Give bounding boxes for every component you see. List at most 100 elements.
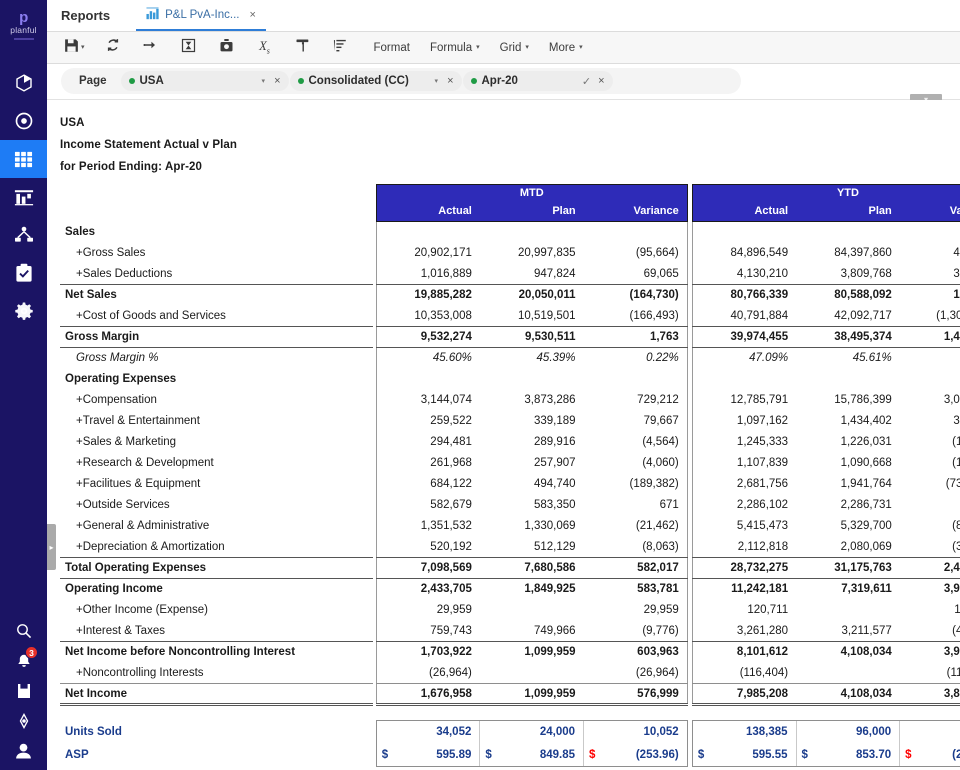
scenario-filter[interactable]: Consolidated (CC) ▾ × — [290, 71, 462, 91]
snapshot-button[interactable] — [212, 35, 242, 61]
cell-mtd-variance[interactable] — [584, 369, 688, 390]
cell-ytd-plan[interactable]: 1,226,031 — [796, 432, 900, 453]
cell-ytd-variance[interactable]: 337,240 — [900, 411, 960, 432]
cell-mtd-variance[interactable]: (164,730) — [584, 285, 688, 306]
cell-mtd-variance[interactable]: 576,999 — [584, 684, 688, 705]
cell-ytd-actual[interactable]: 1,097,162 — [692, 411, 796, 432]
row-label[interactable]: Gross Margin % — [60, 348, 373, 369]
cell-mtd-variance[interactable]: (95,664) — [584, 243, 688, 264]
stats-cell-mtd-actual[interactable]: 34,052 — [391, 721, 480, 744]
cell-mtd-plan[interactable]: 1,099,959 — [480, 642, 584, 663]
locate-button[interactable] — [0, 706, 47, 736]
row-label[interactable]: +Other Income (Expense) — [60, 600, 373, 621]
cell-ytd-variance[interactable]: 1,479,081 — [900, 327, 960, 348]
cell-mtd-plan[interactable]: 9,530,511 — [480, 327, 584, 348]
row-label[interactable]: +Compensation — [60, 390, 373, 411]
cell-ytd-plan[interactable]: 3,211,577 — [796, 621, 900, 642]
cell-mtd-plan[interactable]: 947,824 — [480, 264, 584, 285]
cell-ytd-variance[interactable]: 320,442 — [900, 264, 960, 285]
table-row[interactable]: +Noncontrolling Interests(26,964)(26,964… — [60, 663, 960, 684]
cell-ytd-plan[interactable]: 15,786,399 — [796, 390, 900, 411]
cell-ytd-plan[interactable] — [796, 369, 900, 390]
cell-mtd-actual[interactable]: 20,902,171 — [376, 243, 480, 264]
cell-ytd-variance[interactable] — [900, 369, 960, 390]
cell-mtd-plan[interactable]: 1,849,925 — [480, 579, 584, 600]
cell-mtd-variance[interactable]: 69,065 — [584, 264, 688, 285]
format-paint-button[interactable] — [288, 35, 318, 61]
row-label[interactable]: Gross Margin — [60, 327, 373, 348]
cell-mtd-variance[interactable]: 1,763 — [584, 327, 688, 348]
cell-ytd-plan[interactable]: 2,080,069 — [796, 537, 900, 558]
sidebar-item-dashboards[interactable] — [0, 178, 47, 216]
cell-mtd-actual[interactable]: 684,122 — [376, 474, 480, 495]
cell-ytd-variance[interactable]: (19,303) — [900, 432, 960, 453]
cell-ytd-plan[interactable]: 84,397,860 — [796, 243, 900, 264]
cell-ytd-actual[interactable]: 2,112,818 — [692, 537, 796, 558]
menu-more[interactable]: More ▾ — [539, 35, 593, 61]
cell-ytd-variance[interactable]: (85,773) — [900, 516, 960, 537]
cell-mtd-plan[interactable] — [480, 663, 584, 684]
cell-ytd-variance[interactable]: 629 — [900, 495, 960, 516]
table-row[interactable]: +Facilitues & Equipment684,122494,740(18… — [60, 474, 960, 495]
cell-ytd-variance[interactable]: 3,000,608 — [900, 390, 960, 411]
cell-ytd-plan[interactable]: 3,809,768 — [796, 264, 900, 285]
cell-mtd-variance[interactable]: 583,781 — [584, 579, 688, 600]
cell-ytd-actual[interactable]: 84,896,549 — [692, 243, 796, 264]
cell-mtd-actual[interactable]: 19,885,282 — [376, 285, 480, 306]
cell-ytd-variance[interactable]: 1.47% — [900, 348, 960, 369]
cell-mtd-plan[interactable] — [480, 369, 584, 390]
save-button[interactable]: ▾ — [59, 35, 90, 61]
cell-ytd-plan[interactable]: 2,286,731 — [796, 495, 900, 516]
close-icon[interactable]: × — [594, 75, 608, 87]
cell-mtd-actual[interactable] — [376, 222, 480, 243]
cell-mtd-variance[interactable]: 29,959 — [584, 600, 688, 621]
cell-mtd-actual[interactable]: 259,522 — [376, 411, 480, 432]
stats-cell-mtd-variance[interactable]: 10,052 — [598, 721, 687, 744]
notifications-button[interactable]: 3 — [0, 646, 47, 676]
row-label[interactable]: Net Income — [60, 684, 373, 705]
row-label[interactable]: +Sales & Marketing — [60, 432, 373, 453]
col-mtd-actual[interactable]: Actual — [376, 201, 480, 222]
cell-mtd-variance[interactable]: (9,776) — [584, 621, 688, 642]
cell-mtd-plan[interactable]: 583,350 — [480, 495, 584, 516]
table-row[interactable]: +Compensation3,144,0743,873,286729,21212… — [60, 390, 960, 411]
row-label[interactable]: +Noncontrolling Interests — [60, 663, 373, 684]
row-label[interactable]: Net Income before Noncontrolling Interes… — [60, 642, 373, 663]
row-label[interactable]: Net Sales — [60, 285, 373, 306]
cell-mtd-plan[interactable]: 289,916 — [480, 432, 584, 453]
cell-mtd-plan[interactable]: 7,680,586 — [480, 558, 584, 579]
row-label[interactable]: +Research & Development — [60, 453, 373, 474]
row-label[interactable]: Sales — [60, 222, 373, 243]
cell-mtd-actual[interactable] — [376, 369, 480, 390]
sidebar-item-structures[interactable] — [0, 216, 47, 254]
cell-mtd-plan[interactable]: 749,966 — [480, 621, 584, 642]
cell-ytd-plan[interactable]: 38,495,374 — [796, 327, 900, 348]
cell-mtd-variance[interactable]: 582,017 — [584, 558, 688, 579]
cell-mtd-plan[interactable]: 494,740 — [480, 474, 584, 495]
close-icon[interactable]: × — [443, 75, 457, 87]
cell-ytd-actual[interactable]: (116,404) — [692, 663, 796, 684]
table-row[interactable]: +Depreciation & Amortization520,192512,1… — [60, 537, 960, 558]
cell-ytd-actual[interactable]: 7,985,208 — [692, 684, 796, 705]
sidebar-item-modeling[interactable] — [0, 102, 47, 140]
cell-ytd-plan[interactable]: 4,108,034 — [796, 684, 900, 705]
refresh-button[interactable] — [98, 35, 128, 61]
row-label[interactable]: +Cost of Goods and Services — [60, 306, 373, 327]
cell-ytd-variance[interactable]: 120,711 — [900, 600, 960, 621]
cell-mtd-variance[interactable]: (8,063) — [584, 537, 688, 558]
stats-cell-ytd-plan[interactable]: 853.70 — [811, 744, 900, 767]
cell-mtd-variance[interactable]: (166,493) — [584, 306, 688, 327]
row-label[interactable]: Operating Income — [60, 579, 373, 600]
table-row[interactable]: +Sales Deductions1,016,889947,82469,0654… — [60, 264, 960, 285]
row-label[interactable]: +Sales Deductions — [60, 264, 373, 285]
cell-ytd-actual[interactable]: 80,766,339 — [692, 285, 796, 306]
cell-mtd-actual[interactable]: 261,968 — [376, 453, 480, 474]
cell-ytd-actual[interactable]: 1,107,839 — [692, 453, 796, 474]
cell-mtd-actual[interactable]: 294,481 — [376, 432, 480, 453]
cell-ytd-actual[interactable]: 2,286,102 — [692, 495, 796, 516]
cell-ytd-variance[interactable]: (17,172) — [900, 453, 960, 474]
entity-filter[interactable]: USA ▾ × — [121, 71, 289, 91]
cell-ytd-actual[interactable]: 40,791,884 — [692, 306, 796, 327]
cell-ytd-variance[interactable]: (1,300,833) — [900, 306, 960, 327]
table-row[interactable]: +Sales & Marketing294,481289,916(4,564)1… — [60, 432, 960, 453]
